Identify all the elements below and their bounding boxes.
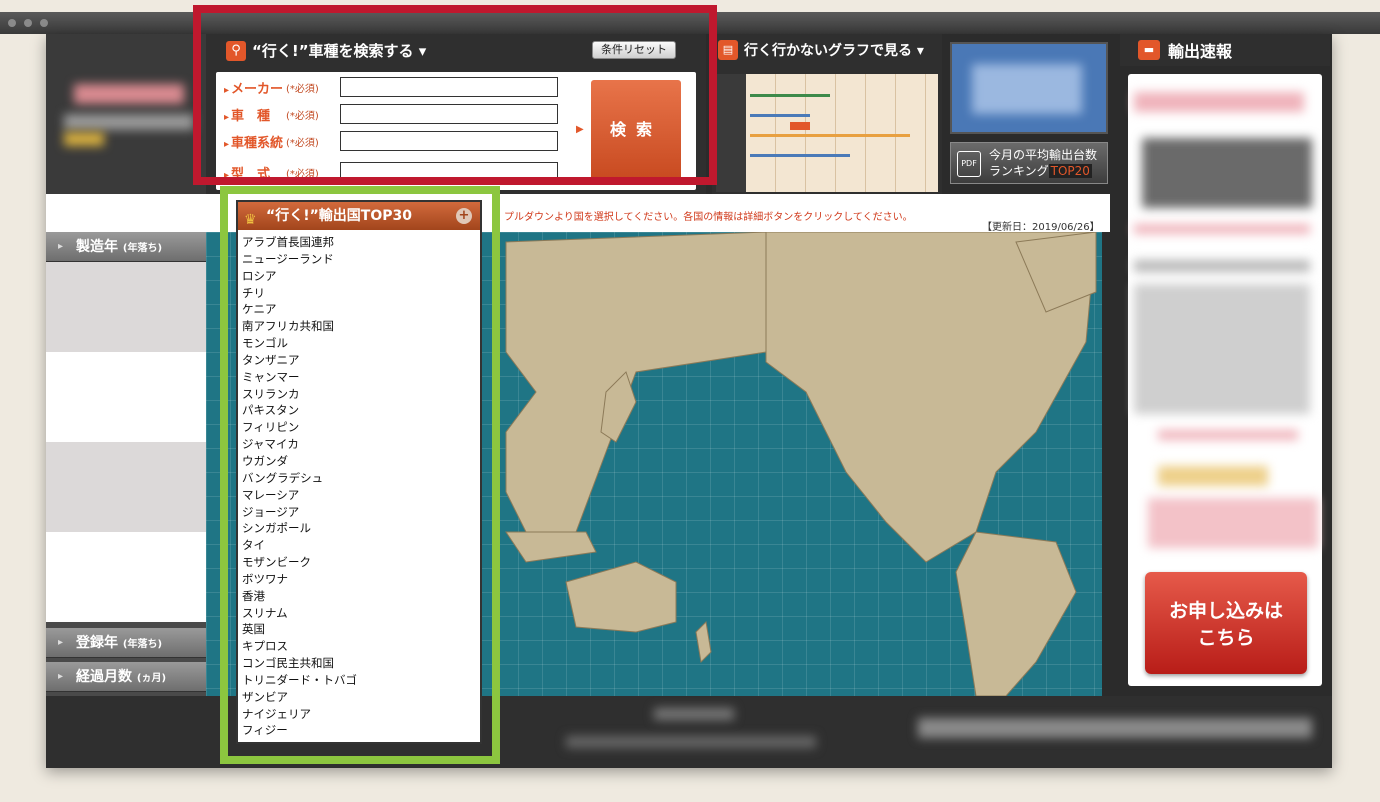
graph-marker <box>790 122 810 130</box>
graph-column <box>776 74 806 192</box>
maximize-dot-icon[interactable] <box>40 19 48 27</box>
graph-column <box>896 74 926 192</box>
news-title: 輸出速報 <box>1168 42 1233 61</box>
filter-block <box>46 352 206 442</box>
updated-date: 【更新日：2019/06/26】 <box>982 222 1100 233</box>
filter-months-tab[interactable]: 経過月数 (ヵ月) <box>46 662 206 692</box>
pdf-icon: PDF <box>957 151 981 177</box>
pdf-line2: ランキング <box>989 164 1049 178</box>
graph-bar <box>750 134 910 137</box>
country-list-highlight-box <box>220 186 500 764</box>
australia-landmass <box>565 561 677 633</box>
close-dot-icon[interactable] <box>8 19 16 27</box>
graph-column <box>746 74 776 192</box>
filter-block <box>46 442 206 532</box>
site-logo[interactable] <box>46 34 206 194</box>
chat-icon: ▬ <box>1138 40 1160 60</box>
apply-line1: お申し込みは <box>1168 600 1283 622</box>
apply-line2: こちら <box>1197 627 1255 649</box>
filter-year-tab[interactable]: 製造年 (年落ち) <box>46 232 206 262</box>
graph-panel: ▤ 行く行かないグラフで見る ▾ <box>712 34 942 194</box>
graph-preview-thumbnail[interactable] <box>716 74 938 192</box>
banner-thumbnail[interactable] <box>950 42 1108 134</box>
instruction-text: プルダウンより国を選択してください。各国の情報は詳細ボタンをクリックしてください… <box>504 212 913 223</box>
filter-year-label: 製造年 <box>76 239 118 255</box>
graph-panel-title: 行く行かないグラフで見る ▾ <box>744 43 924 59</box>
graph-label-column <box>716 74 746 192</box>
filter-sidebar: 製造年 (年落ち) 登録年 (年落ち) 経過月数 (ヵ月) <box>46 232 206 696</box>
graph-panel-header[interactable]: ▤ 行く行かないグラフで見る ▾ <box>718 40 924 60</box>
new-zealand-landmass <box>695 620 712 664</box>
south-america-landmass <box>955 531 1077 696</box>
monthly-ranking-pdf-button[interactable]: PDF 今月の平均輸出台数 ランキング TOP20 <box>950 142 1108 184</box>
graph-bar <box>750 114 810 117</box>
filter-registered-label: 登録年 <box>76 635 118 651</box>
graph-bar <box>750 94 830 97</box>
filter-months-sub: (ヵ月) <box>136 673 167 684</box>
minimize-dot-icon[interactable] <box>24 19 32 27</box>
graph-icon: ▤ <box>718 40 738 60</box>
apply-button[interactable]: お申し込みは こちら <box>1145 572 1307 674</box>
filter-year-sub: (年落ち) <box>122 243 163 254</box>
news-header: ▬ 輸出速報 <box>1120 34 1330 66</box>
graph-bar <box>750 154 850 157</box>
pdf-line1: 今月の平均輸出台数 <box>989 148 1098 162</box>
indonesia-landmass <box>505 531 597 563</box>
graph-column <box>866 74 896 192</box>
filter-registered-sub: (年落ち) <box>122 639 163 650</box>
filter-registered-tab[interactable]: 登録年 (年落ち) <box>46 628 206 658</box>
graph-column <box>806 74 836 192</box>
search-highlight-box <box>193 5 717 185</box>
graph-column <box>836 74 866 192</box>
asia-landmass <box>505 232 767 553</box>
filter-block <box>46 262 206 352</box>
filter-block <box>46 532 206 622</box>
filter-months-label: 経過月数 <box>76 669 132 685</box>
top20-badge: TOP20 <box>1048 164 1092 178</box>
